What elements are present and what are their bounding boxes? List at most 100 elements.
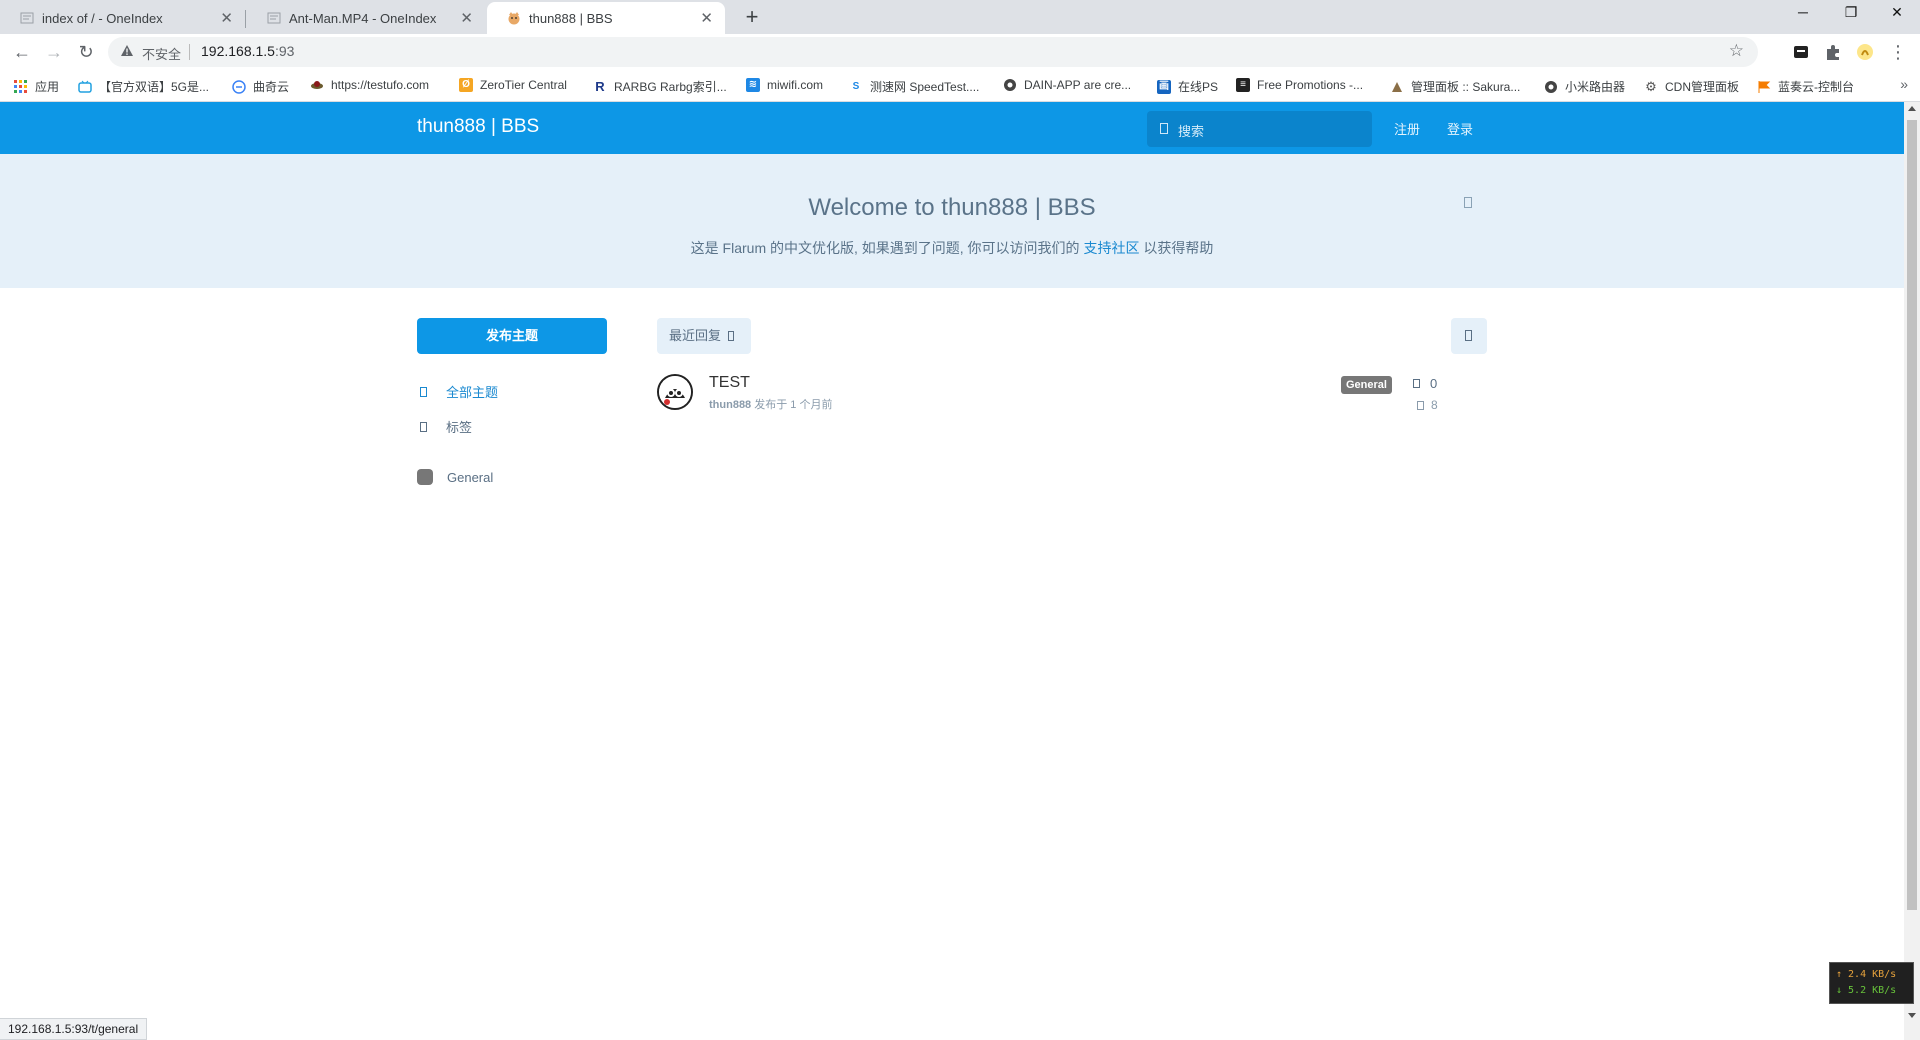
discussion-tag-badge[interactable]: General (1341, 376, 1392, 394)
bookmark-item[interactable]: 画在线PS (1157, 78, 1218, 95)
bookmark-item[interactable]: 曲奇云 (232, 78, 289, 95)
avatar[interactable] (657, 374, 693, 410)
tab-separator (245, 10, 246, 28)
reply-count-value: 0 (1430, 376, 1438, 391)
hero-text-after: 以获得帮助 (1139, 240, 1214, 256)
back-icon[interactable]: ← (10, 40, 34, 64)
sort-label: 最近回复 (669, 328, 722, 343)
hero-text-before: 这是 Flarum 的中文优化版, 如果遇到了问题, 你可以访问我们的 (690, 240, 1084, 256)
menu-kebab-icon[interactable]: ⋮ (1886, 40, 1910, 64)
photoshop-icon: 画 (1157, 79, 1171, 94)
bookmark-item[interactable]: 蓝奏云-控制台 (1757, 78, 1854, 95)
extension-tv-icon[interactable] (1792, 43, 1810, 61)
warning-icon[interactable] (120, 44, 134, 58)
close-window-button[interactable]: ✕ (1874, 4, 1920, 21)
network-speed-widget: ↑ 2.4 KB/s ↓ 5.2 KB/s (1829, 962, 1914, 1004)
close-tab-icon[interactable]: ✕ (460, 9, 473, 27)
site-title[interactable]: thun888 | BBS (417, 116, 539, 138)
discussion-list-item[interactable]: TEST thun888 发布于 1 个月前 General 0 8 (657, 374, 1457, 426)
nav-label: General (447, 469, 494, 485)
bookmark-label: https://testufo.com (331, 78, 430, 92)
close-tab-icon[interactable]: ✕ (220, 9, 233, 27)
refresh-button[interactable] (1451, 318, 1487, 354)
more-bookmarks-button[interactable]: » (1900, 76, 1908, 92)
nav-all-discussions[interactable]: 全部主题 (417, 382, 498, 401)
bookmark-item[interactable]: 管理面板 :: Sakura... (1390, 78, 1520, 95)
tab-title: index of / - OneIndex (42, 11, 163, 26)
discussions-icon (420, 386, 427, 397)
scroll-down-arrow-icon[interactable] (1908, 1013, 1916, 1018)
signup-link[interactable]: 注册 (1394, 119, 1420, 138)
bookmark-label: 应用 (35, 80, 60, 94)
page-viewport: thun888 | BBS 搜索 注册 登录 Welcome to thun88… (0, 102, 1904, 1024)
bookmarks-bar: 应用 【官方双语】5G是... 曲奇云 https://testufo.com … (0, 70, 1920, 102)
page-scrollbar[interactable] (1904, 102, 1920, 1040)
dismiss-hero-icon[interactable] (1464, 197, 1472, 208)
bookmark-label: 曲奇云 (253, 80, 290, 94)
bookmark-item[interactable]: https://testufo.com (310, 78, 429, 92)
new-tab-button[interactable]: + (738, 5, 766, 29)
discussion-meta: thun888 发布于 1 个月前 (709, 396, 832, 412)
sort-dropdown[interactable]: 最近回复 (657, 318, 751, 354)
discussion-title[interactable]: TEST (709, 374, 750, 392)
bookmark-item[interactable]: ≋ miwifi.com (746, 78, 823, 92)
bookmark-item[interactable]: Ø ZeroTier Central (459, 78, 567, 92)
tab-oneindex[interactable]: index of / - OneIndex ✕ (0, 2, 245, 34)
forward-icon[interactable]: → (42, 40, 66, 64)
close-tab-icon[interactable]: ✕ (700, 9, 713, 27)
nav-label: 全部主题 (446, 385, 499, 400)
discussion-author[interactable]: thun888 (709, 399, 751, 411)
bookmark-item[interactable]: DAIN-APP are cre... (1003, 78, 1131, 92)
bookmark-label: CDN管理面板 (1665, 80, 1739, 94)
bookmark-item[interactable]: 应用 (14, 78, 59, 95)
minimize-button[interactable]: ─ (1780, 4, 1826, 20)
profile-avatar[interactable] (1856, 43, 1874, 61)
browser-toolbar: ← → ↻ 不安全 192.168.1.5:93 ☆ ⋮ (0, 34, 1920, 70)
scrollbar-thumb[interactable] (1907, 120, 1917, 910)
url-host: 192.168.1.5 (201, 43, 275, 59)
bookmark-item[interactable]: 【官方双语】5G是... (78, 78, 209, 95)
refresh-icon (1465, 330, 1472, 341)
search-input[interactable]: 搜索 (1147, 111, 1372, 147)
sakura-icon (1390, 80, 1404, 94)
start-discussion-button[interactable]: 发布主题 (417, 318, 607, 354)
wifi-icon: ≋ (746, 78, 760, 92)
bookmark-item[interactable]: S 测速网 SpeedTest.... (849, 78, 980, 95)
reload-icon[interactable]: ↻ (74, 40, 98, 64)
hero-title: Welcome to thun888 | BBS (808, 194, 1096, 221)
bookmark-item[interactable]: R RARBG Rarbg索引... (593, 78, 726, 95)
nav-tag-general[interactable]: General (417, 469, 493, 485)
nav-tags[interactable]: 标签 (417, 417, 472, 436)
bookmark-item[interactable]: ≡ Free Promotions -... (1236, 78, 1363, 92)
url-port: :93 (274, 43, 295, 59)
view-count-value: 8 (1431, 398, 1438, 412)
tab-bbs[interactable]: thun888 | BBS ✕ (487, 2, 725, 34)
bookmark-star-icon[interactable]: ☆ (1729, 41, 1744, 61)
restore-button[interactable]: ❐ (1828, 4, 1874, 21)
url-text[interactable]: 192.168.1.5:93 (201, 43, 294, 59)
view-count: 8 (1417, 398, 1438, 412)
bilibili-icon (78, 80, 92, 94)
bookmark-label: 蓝奏云-控制台 (1778, 80, 1854, 94)
welcome-hero: Welcome to thun888 | BBS 这是 Flarum 的中文优化… (0, 154, 1904, 288)
extensions-puzzle-icon[interactable] (1824, 43, 1842, 61)
rarbg-icon: R (595, 78, 605, 94)
bookmark-label: Free Promotions -... (1257, 78, 1364, 92)
address-bar[interactable]: 不安全 192.168.1.5:93 ☆ (108, 37, 1758, 67)
bookmark-label: miwifi.com (767, 78, 823, 92)
bookmark-item[interactable]: 小米路由器 (1544, 78, 1625, 95)
login-link[interactable]: 登录 (1447, 119, 1473, 138)
security-label[interactable]: 不安全 (142, 44, 181, 63)
flag-icon (1757, 80, 1771, 94)
bookmark-label: 测速网 SpeedTest.... (870, 80, 980, 94)
tab-antman[interactable]: Ant-Man.MP4 - OneIndex ✕ (247, 2, 485, 34)
support-community-link[interactable]: 支持社区 (1083, 240, 1139, 256)
bookmark-item[interactable]: ⚙ CDN管理面板 (1644, 78, 1739, 95)
speedtest-icon: S (852, 80, 860, 92)
scroll-up-arrow-icon[interactable] (1908, 106, 1916, 111)
cat-favicon-icon (507, 11, 521, 25)
tab-strip: index of / - OneIndex ✕ Ant-Man.MP4 - On… (0, 0, 1920, 34)
bookmark-label: ZeroTier Central (480, 78, 567, 92)
globe-icon (1544, 80, 1558, 94)
tags-icon (420, 421, 427, 432)
